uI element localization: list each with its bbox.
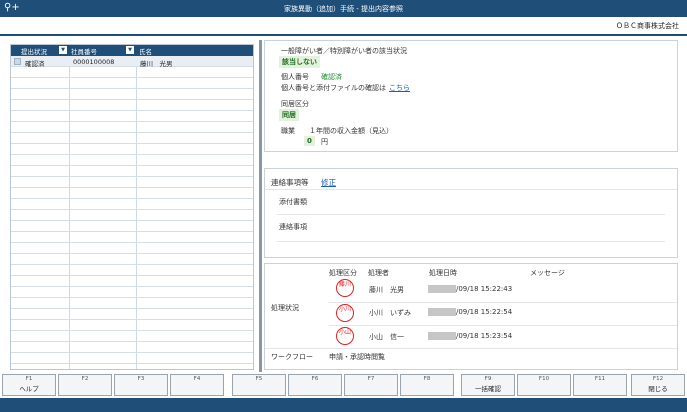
empty-row [11,331,253,342]
empty-row [11,309,253,320]
process-header-type: 処理区分 [329,269,357,277]
filter-emp-no-icon[interactable]: ▼ [126,46,134,54]
income-value: 0 [304,136,315,146]
process-header-message: メッセージ [530,269,565,277]
f7-button[interactable]: F7 [344,374,398,396]
cohabit-value: 同居 [279,109,299,121]
empty-row [11,111,253,122]
approval-stamp: 小山 [336,327,354,345]
empty-row [11,166,253,177]
approval-stamp: 藤川 [336,279,354,297]
f4-button[interactable]: F4 [170,374,224,396]
contact-panel: 連絡事項等 修正 添付書類 連絡事項 [264,168,678,258]
mynumber-confirm-link[interactable]: こちら [389,83,410,93]
f11-button[interactable]: F11 [573,374,627,396]
process-header-user: 処理者 [368,269,389,277]
row-emp-no: 0000100008 [73,58,115,66]
function-key-bar: F1 ヘルプ F2 F3 F4 F5 F6 F7 F8 F9 一括確認 F10 F1… [0,374,687,396]
empty-row [11,298,253,309]
process-date: /09/18 15:22:43 [456,285,513,293]
empty-row [11,265,253,276]
mynumber-label: 個人番号 [281,73,309,81]
f9-bulk-confirm-button[interactable]: F9 一括確認 [461,374,515,396]
empty-row [11,100,253,111]
empty-row [11,210,253,221]
process-date: /09/18 15:22:54 [456,308,513,316]
empty-row [11,232,253,243]
redacted-year [428,308,456,316]
company-name: ＯＢＣ商事株式会社 [616,22,679,30]
empty-row [11,188,253,199]
mynumber-status: 確認済 [321,73,342,81]
f3-button[interactable]: F3 [114,374,168,396]
process-date: /09/18 15:23:54 [456,332,513,340]
empty-row [11,276,253,287]
f12-close-button[interactable]: F12 閉じる [631,374,685,396]
row-checkbox[interactable] [14,58,21,65]
filter-status-icon[interactable]: ▼ [59,46,67,54]
f1-help-button[interactable]: F1 ヘルプ [2,374,56,396]
disability-label: 一般障がい者／特別障がい者の該当状況 [281,47,407,55]
f10-button[interactable]: F10 [517,374,571,396]
empty-row [11,254,253,265]
list-header: 提出状況 ▼ 社員番号 ▼ 氏名 [11,45,253,56]
column-header-emp-no[interactable]: 社員番号 [71,46,97,56]
empty-row [11,221,253,232]
process-header-date: 処理日時 [429,269,457,277]
title-bar: ⚲+ 家族異動（追加）手続 - 提出内容参照 [0,0,687,17]
attach-label: 添付書類 [279,198,307,206]
process-user: 小川 いずみ [369,309,411,317]
process-panel: 処理区分 処理者 処理日時 メッセージ 処理状況 藤川 藤川 光男 /09/18… [264,263,678,370]
disability-value: 該当しない [279,56,320,68]
empty-row [11,353,253,364]
empty-row [11,287,253,298]
empty-row [11,78,253,89]
income-unit: 円 [321,138,328,146]
redacted-year [428,332,456,340]
workflow-value: 申請・承認時閲覧 [329,353,385,361]
status-bar [0,398,687,412]
occupation-label: 職業 [281,127,295,135]
mynumber-confirm-label: 個人番号と添付ファイルの確認は [281,84,386,92]
empty-row [11,199,253,210]
empty-row [11,67,253,78]
f6-button[interactable]: F6 [288,374,342,396]
f8-button[interactable]: F8 [400,374,454,396]
empty-row [11,320,253,331]
empty-row [11,155,253,166]
notes-label: 連絡事項 [279,223,307,231]
column-header-status[interactable]: 提出状況 [21,46,47,56]
contact-edit-link[interactable]: 修正 [321,177,336,188]
process-user: 小山 信一 [369,333,404,341]
family-detail-panel: 一般障がい者／特別障がい者の該当状況 該当しない 個人番号 確認済 個人番号と添… [264,40,678,152]
empty-row [11,243,253,254]
empty-row [11,133,253,144]
workflow-label: ワークフロー [271,353,313,361]
f2-button[interactable]: F2 [58,374,112,396]
empty-row [11,364,253,369]
column-header-name[interactable]: 氏名 [139,46,152,56]
contact-title: 連絡事項等 [271,178,309,187]
process-user: 藤川 光男 [369,286,404,294]
f5-button[interactable]: F5 [232,374,286,396]
empty-row [11,122,253,133]
empty-row [11,144,253,155]
window-title: 家族異動（追加）手続 - 提出内容参照 [284,5,403,13]
cohabit-label: 同居区分 [281,100,309,108]
income-label: １年間の収入金額（見込） [309,127,393,135]
empty-row [11,342,253,353]
employee-list: 提出状況 ▼ 社員番号 ▼ 氏名 確認済 0000100008 藤川 光男 [10,44,254,370]
empty-row [11,89,253,100]
header-divider [0,34,687,36]
table-row[interactable]: 確認済 0000100008 藤川 光男 [11,56,253,68]
process-status-label: 処理状況 [271,304,299,312]
empty-row [11,177,253,188]
approval-stamp: 小川 [336,304,354,322]
redacted-year [428,285,456,293]
pane-splitter[interactable] [259,40,262,372]
